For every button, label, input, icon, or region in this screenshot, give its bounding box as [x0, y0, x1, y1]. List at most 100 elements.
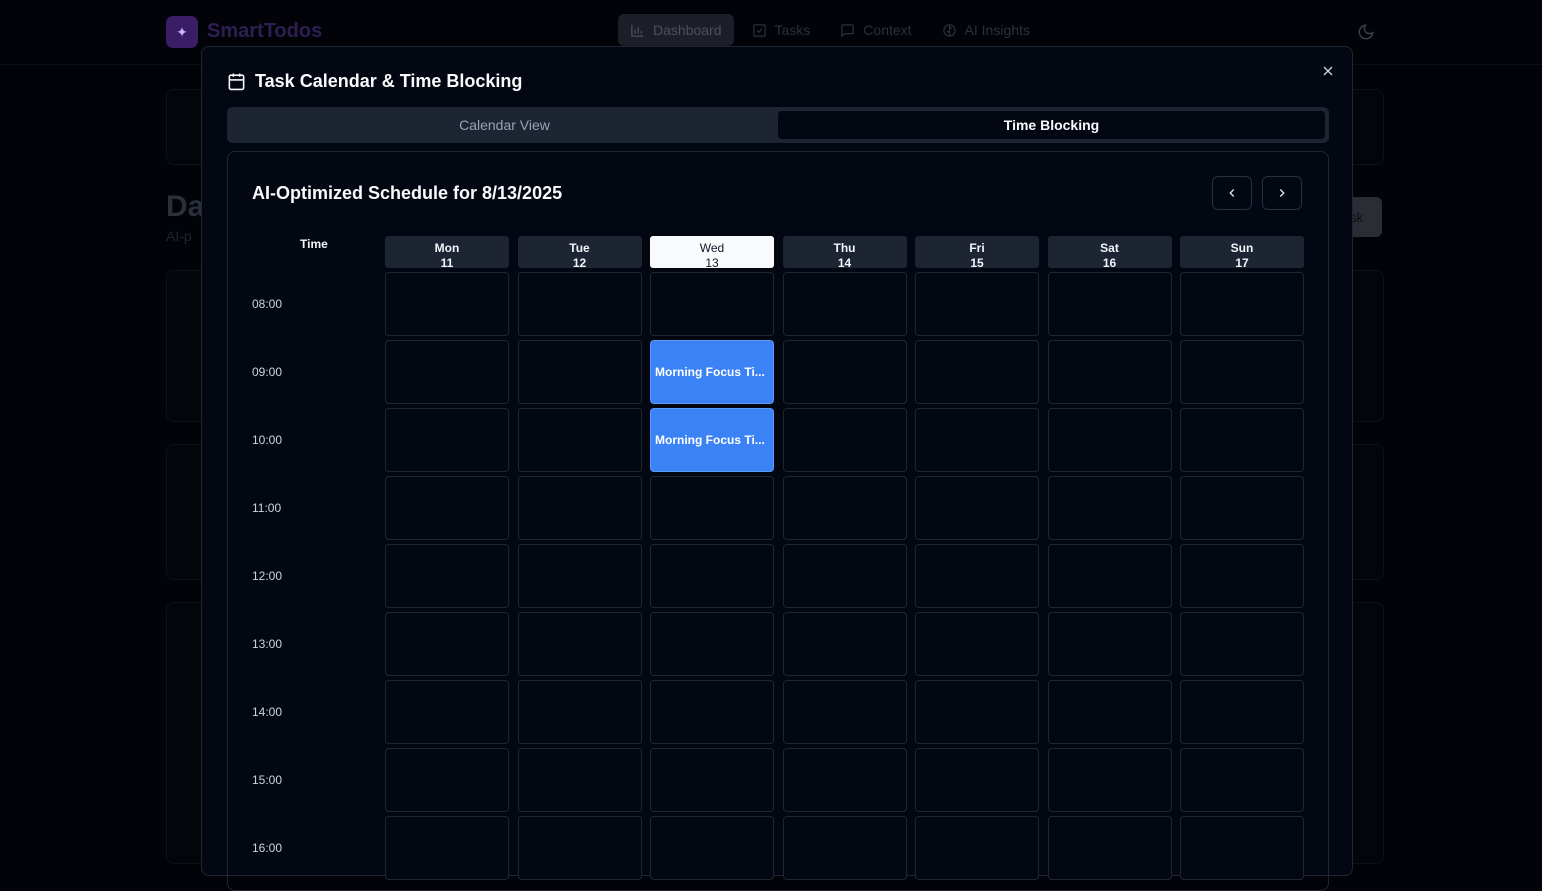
time-slot-cell[interactable] — [385, 748, 509, 812]
time-slot-cell[interactable] — [1047, 748, 1172, 812]
time-blocking-panel: AI-Optimized Schedule for 8/13/2025 Time… — [227, 151, 1329, 891]
brain-icon — [942, 23, 956, 37]
nav-ai-insights[interactable]: AI Insights — [930, 14, 1042, 46]
time-slot-cell[interactable] — [1047, 272, 1172, 336]
time-slot-cell[interactable] — [782, 340, 907, 404]
time-slot-cell[interactable] — [517, 612, 642, 676]
time-slot-cell[interactable] — [650, 612, 774, 676]
tab-calendar-view[interactable]: Calendar View — [231, 111, 778, 139]
time-block-event[interactable]: Morning Focus Ti... — [650, 340, 774, 404]
nav-dashboard[interactable]: Dashboard — [618, 14, 734, 46]
nav-ai-insights-label: AI Insights — [964, 22, 1030, 38]
time-slot-cell[interactable] — [385, 408, 509, 472]
time-slot-cell[interactable] — [782, 408, 907, 472]
time-slot-cell[interactable] — [1047, 408, 1172, 472]
time-slot-cell[interactable] — [915, 476, 1039, 540]
day-header-wed: Wed 13 — [650, 236, 774, 270]
time-slot-cell[interactable] — [1047, 476, 1172, 540]
time-slot-cell[interactable] — [650, 748, 774, 812]
time-slot-cell[interactable] — [915, 680, 1039, 744]
time-label: 09:00 — [252, 365, 283, 379]
time-slot-cell[interactable] — [782, 476, 907, 540]
time-slot-cell[interactable] — [385, 612, 509, 676]
time-slot-cell[interactable] — [650, 816, 774, 880]
day-header-mon: Mon 11 — [385, 236, 509, 270]
time-slot-cell[interactable] — [782, 612, 907, 676]
time-slot-cell[interactable] — [1047, 680, 1172, 744]
time-slot-cell[interactable] — [1180, 544, 1304, 608]
day-header-fri: Fri 15 — [915, 236, 1039, 270]
time-slot-cell[interactable] — [1180, 272, 1304, 336]
time-slot-cell[interactable] — [517, 408, 642, 472]
brand-name: SmartTodos — [207, 20, 323, 42]
time-label: 12:00 — [252, 569, 283, 583]
check-square-icon — [752, 23, 766, 37]
time-slot-cell[interactable] — [517, 272, 642, 336]
time-slot-cell[interactable] — [1180, 612, 1304, 676]
time-slot-cell[interactable] — [915, 340, 1039, 404]
time-slot-cell[interactable] — [650, 544, 774, 608]
day-name: Fri — [969, 241, 985, 255]
chevron-right-icon — [1279, 189, 1285, 197]
sparkle-logo-icon: ✦ — [166, 16, 198, 48]
day-header-thu: Thu 14 — [782, 236, 907, 270]
day-name: Sat — [1100, 241, 1119, 255]
day-name: Sun — [1230, 241, 1254, 255]
time-slot-cell[interactable] — [385, 544, 509, 608]
modal-title-text: Task Calendar & Time Blocking — [255, 71, 523, 91]
time-slot-cell[interactable] — [915, 272, 1039, 336]
previous-week-button[interactable] — [1212, 176, 1252, 210]
tab-time-blocking[interactable]: Time Blocking — [778, 111, 1325, 139]
time-slot-cell[interactable] — [1047, 612, 1172, 676]
time-slot-cell[interactable] — [915, 408, 1039, 472]
time-slot-cell[interactable] — [385, 816, 509, 880]
close-icon[interactable] — [1320, 63, 1336, 79]
time-label: 15:00 — [252, 773, 283, 787]
time-label: 08:00 — [252, 297, 283, 311]
next-week-button[interactable] — [1262, 176, 1302, 210]
time-slot-cell[interactable] — [517, 816, 642, 880]
time-slot-cell[interactable] — [517, 476, 642, 540]
time-slot-cell[interactable] — [385, 476, 509, 540]
time-slot-cell[interactable] — [517, 544, 642, 608]
day-header-sat: Sat 16 — [1047, 236, 1172, 270]
time-slot-cell[interactable] — [782, 680, 907, 744]
chevron-left-icon — [1229, 189, 1235, 197]
time-slot-cell[interactable] — [650, 272, 774, 336]
time-slot-cell[interactable] — [782, 272, 907, 336]
time-slot-cell[interactable] — [517, 680, 642, 744]
time-slot-cell[interactable] — [385, 340, 509, 404]
time-slot-cell[interactable] — [915, 612, 1039, 676]
time-slot-cell[interactable] — [915, 544, 1039, 608]
time-slot-cell[interactable] — [1180, 408, 1304, 472]
time-slot-cell[interactable] — [650, 476, 774, 540]
time-slot-cell[interactable] — [650, 680, 774, 744]
time-slot-cell[interactable] — [1047, 544, 1172, 608]
time-slot-cell[interactable] — [1180, 748, 1304, 812]
time-slot-cell[interactable] — [385, 680, 509, 744]
nav-dashboard-label: Dashboard — [653, 22, 722, 38]
bar-chart-icon — [631, 24, 644, 37]
time-slot-cell[interactable] — [517, 748, 642, 812]
time-block-event[interactable]: Morning Focus Ti... — [650, 408, 774, 472]
time-slot-cell[interactable] — [1180, 340, 1304, 404]
day-date: 13 — [705, 256, 719, 270]
time-slot-cell[interactable] — [1047, 340, 1172, 404]
time-slot-cell[interactable] — [385, 272, 509, 336]
moon-icon[interactable] — [1357, 23, 1375, 41]
day-date: 14 — [837, 256, 852, 270]
time-slot-cell[interactable] — [915, 748, 1039, 812]
bg-page-title: Da — [166, 190, 205, 223]
bg-page-subtitle: AI-p — [166, 228, 192, 244]
time-slot-cell[interactable] — [1180, 680, 1304, 744]
time-slot-cell[interactable] — [915, 816, 1039, 880]
time-slot-cell[interactable] — [1047, 816, 1172, 880]
time-slot-cell[interactable] — [782, 544, 907, 608]
time-slot-cell[interactable] — [517, 340, 642, 404]
nav-tasks[interactable]: Tasks — [740, 14, 823, 46]
time-slot-cell[interactable] — [1180, 816, 1304, 880]
time-slot-cell[interactable] — [782, 748, 907, 812]
time-slot-cell[interactable] — [1180, 476, 1304, 540]
nav-context[interactable]: Context — [828, 14, 923, 46]
time-slot-cell[interactable] — [782, 816, 907, 880]
